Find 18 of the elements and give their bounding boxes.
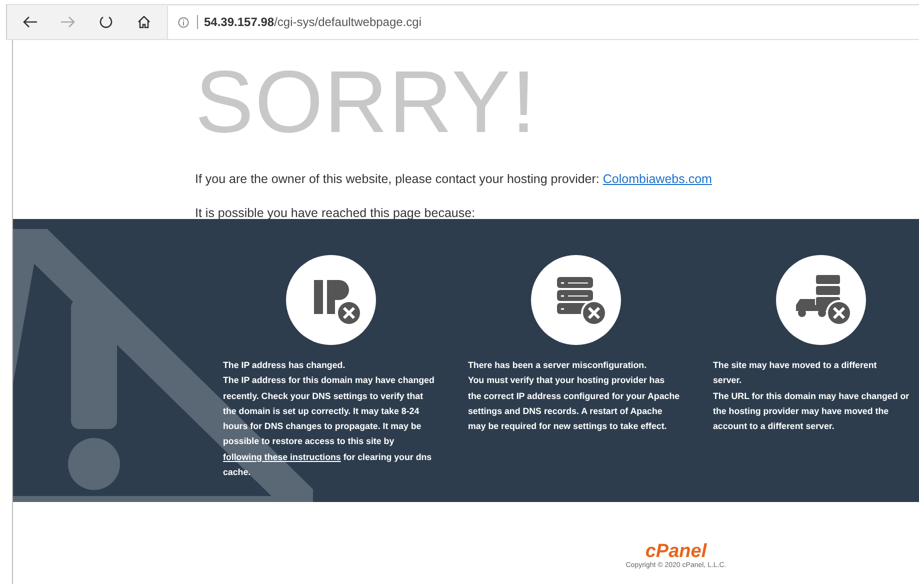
info-icon (178, 16, 189, 28)
back-arrow-icon (22, 16, 38, 28)
reason-intro: It is possible you have reached this page because: (195, 205, 476, 221)
instructions-link[interactable]: following these instructions (223, 452, 341, 462)
address-bar[interactable]: 54.39.157.98/cgi-sys/defaultwebpage.cgi (167, 6, 919, 38)
reason-text: You must verify that your hosting provider has the correct IP address configured for your Apache settings and DNS records. A restart of Apache may be required for new settings to take effect. (468, 374, 680, 434)
refresh-icon (99, 15, 113, 29)
owner-message: If you are the owner of this website, please contact your hosting provider: Colombiawebs.com (195, 171, 713, 187)
url-text: 54.39.157.98/cgi-sys/defaultwebpage.cgi (197, 15, 422, 29)
reason-text: The URL for this domain may have changed or the hosting provider may have moved the account to a different server. (713, 390, 910, 434)
reason-title: The site may have moved to a different server. (713, 359, 878, 388)
reason-title: The IP address has changed. (223, 359, 346, 372)
reason-title: There has been a server misconfiguration. (468, 359, 648, 372)
reason-text: The IP address for this domain may have changed recently. Check your DNS settings to verify that the domain is set up correctly. It may take 8-24 hours for DNS changes to propagate. It may be possible to restore access to this site by following these instructions for clearing your dns cache. (223, 374, 435, 480)
forward-arrow-icon (60, 16, 76, 28)
home-icon (137, 15, 151, 29)
provider-link[interactable]: Colombiawebs.com (602, 172, 712, 186)
cpanel-logo: cPanel (645, 542, 707, 562)
